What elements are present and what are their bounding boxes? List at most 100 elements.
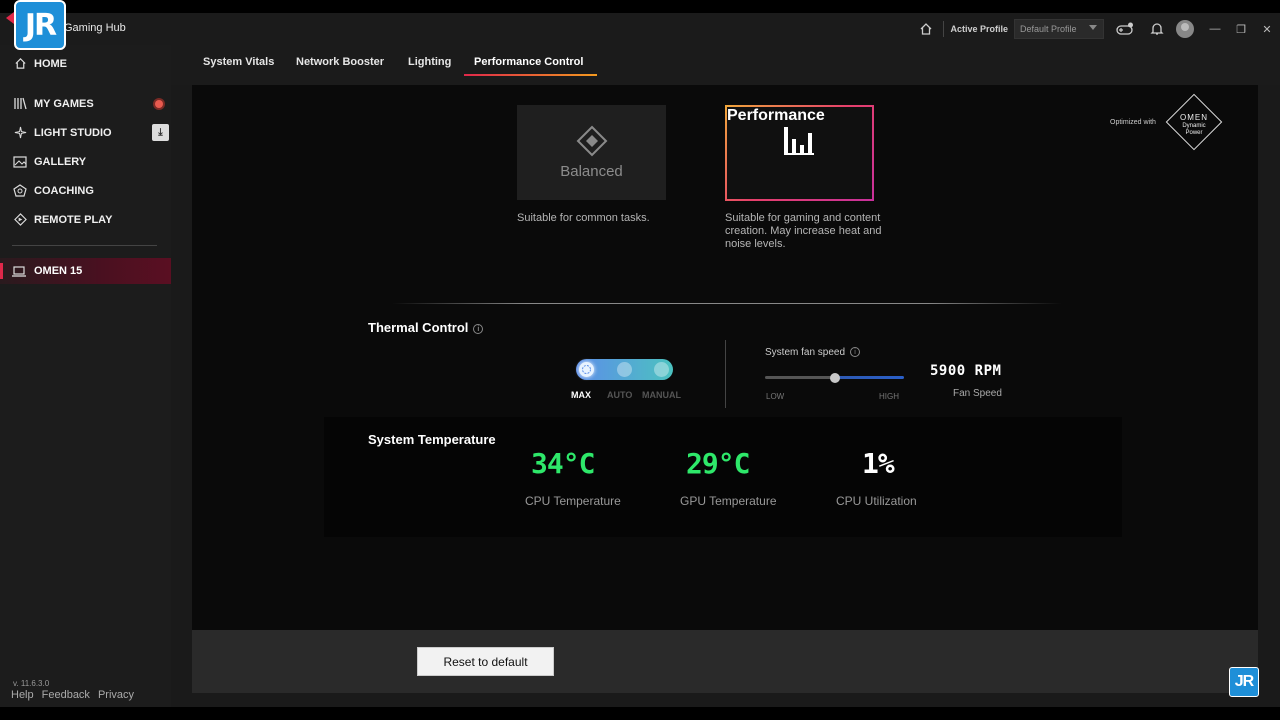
divider	[943, 21, 945, 37]
reset-to-default-button[interactable]: Reset to default	[417, 647, 554, 676]
fan-speed-label: System fan speed	[765, 347, 846, 358]
cpu-utilization-value: 1%	[862, 447, 895, 480]
feedback-link[interactable]: Feedback	[42, 689, 90, 701]
thermal-mode-max[interactable]: MAX	[571, 390, 591, 400]
sidebar-item-home[interactable]: HOME	[0, 49, 171, 78]
thermal-control-title: Thermal Control i	[368, 320, 484, 335]
fan-speed-slider[interactable]	[765, 373, 904, 383]
device-label: OMEN 15	[34, 265, 83, 277]
tab-bar: System Vitals Network Booster Lighting P…	[171, 45, 1280, 85]
active-tab-indicator	[464, 74, 597, 76]
title-bar: Gaming Hub Active Profile Default Profil…	[0, 13, 1280, 45]
slider-thumb[interactable]	[829, 373, 840, 383]
gpu-temperature-value: 29°C	[686, 447, 750, 480]
app-title: Gaming Hub	[64, 22, 126, 34]
mode-desc-performance: Suitable for gaming and content creation…	[725, 212, 882, 250]
toggle-dot-auto[interactable]	[617, 362, 632, 377]
sidebar-item-label: HOME	[34, 57, 67, 70]
tab-system-vitals[interactable]: System Vitals	[203, 56, 274, 68]
watermark-logo: JR	[14, 0, 66, 50]
section-divider	[392, 303, 1062, 304]
letterbox-top	[0, 0, 1280, 13]
tab-lighting[interactable]: Lighting	[408, 56, 451, 68]
mode-card-performance[interactable]: Performance	[725, 105, 874, 201]
gpu-temperature-label: GPU Temperature	[680, 494, 777, 508]
sidebar-item-remote-play[interactable]: REMOTE PLAY	[0, 205, 171, 234]
balanced-icon	[576, 125, 608, 162]
info-icon[interactable]: i	[850, 347, 861, 358]
sidebar-item-my-games[interactable]: MY GAMES	[0, 89, 171, 118]
minimize-icon[interactable]: —	[1202, 13, 1228, 45]
sidebar-item-label: REMOTE PLAY	[34, 213, 113, 226]
controller-icon[interactable]	[1114, 18, 1136, 40]
notification-dot	[155, 99, 163, 108]
thermal-mode-toggle[interactable]	[576, 359, 673, 380]
info-icon[interactable]: i	[473, 323, 484, 334]
cpu-temperature-label: CPU Temperature	[525, 494, 621, 508]
sidebar-item-light-studio[interactable]: LIGHT STUDIO ⤓	[0, 118, 171, 147]
app-window: Gaming Hub Active Profile Default Profil…	[0, 0, 1280, 720]
profile-select-value: Default Profile	[1020, 24, 1077, 34]
tab-network-booster[interactable]: Network Booster	[296, 56, 384, 68]
sidebar-item-coaching[interactable]: COACHING	[0, 176, 171, 205]
title-bar-controls: Active Profile Default Profile — ❐ ✕	[915, 13, 1280, 45]
sparkle-icon	[12, 125, 28, 141]
sidebar-device-omen[interactable]: OMEN 15	[0, 258, 171, 284]
omen-badge-text: OMEN Dynamic Power	[1172, 114, 1216, 137]
thermal-mode-manual[interactable]: MANUAL	[642, 390, 681, 400]
mode-name-balanced: Balanced	[560, 163, 623, 180]
version-label: v. 11.6.3.0	[13, 679, 50, 688]
fan-rpm-label: Fan Speed	[953, 388, 1002, 399]
mode-name-performance: Performance	[727, 107, 825, 124]
tab-performance-control[interactable]: Performance Control	[474, 56, 583, 68]
sidebar-item-label: MY GAMES	[34, 97, 94, 110]
sidebar-divider	[12, 245, 157, 246]
bottom-action-bar	[192, 630, 1258, 693]
chevron-down-icon	[1089, 25, 1097, 30]
mode-desc-balanced: Suitable for common tasks.	[517, 212, 650, 224]
toggle-dot-manual[interactable]	[654, 362, 669, 377]
fan-speed-title: System fan speed i	[765, 347, 861, 358]
library-icon	[12, 96, 28, 112]
privacy-link[interactable]: Privacy	[98, 689, 134, 701]
toggle-dot-max[interactable]	[579, 362, 594, 377]
sidebar-item-label: COACHING	[34, 184, 94, 197]
remote-play-icon	[12, 212, 28, 228]
mode-card-balanced[interactable]: Balanced	[517, 105, 666, 200]
footer-links: Help Feedback Privacy	[11, 689, 134, 701]
avatar[interactable]	[1176, 20, 1194, 38]
bell-icon[interactable]	[1146, 18, 1168, 40]
fan-rpm-value: 5900 RPM	[930, 363, 1002, 379]
sidebar-item-label: GALLERY	[34, 155, 87, 168]
optimized-label: Optimized with	[1110, 119, 1156, 126]
thermal-control-label: Thermal Control	[368, 320, 469, 335]
system-temperature-title: System Temperature	[368, 432, 496, 447]
omen-badge-title: OMEN	[1180, 113, 1208, 122]
sidebar: HOME MY GAMES LIGHT STUDIO ⤓ GALLERY COA…	[0, 45, 171, 707]
cpu-temperature-value: 34°C	[531, 447, 595, 480]
home-icon[interactable]	[915, 18, 937, 40]
thermal-mode-auto[interactable]: AUTO	[607, 390, 632, 400]
slider-low-label: LOW	[766, 392, 785, 401]
profile-select[interactable]: Default Profile	[1014, 19, 1104, 39]
close-icon[interactable]: ✕	[1254, 13, 1280, 45]
sidebar-item-gallery[interactable]: GALLERY	[0, 147, 171, 176]
download-icon[interactable]: ⤓	[152, 124, 169, 141]
cpu-utilization-label: CPU Utilization	[836, 494, 917, 508]
watermark-arrow	[6, 12, 14, 24]
performance-bars-icon	[783, 125, 817, 162]
sidebar-item-label: LIGHT STUDIO	[34, 126, 112, 139]
slider-high-label: HIGH	[879, 392, 899, 401]
vertical-divider	[725, 340, 726, 408]
coaching-icon	[12, 183, 28, 199]
watermark-logo-small: JR	[1229, 667, 1259, 697]
omen-badge-subtitle: Dynamic Power	[1182, 123, 1206, 136]
help-link[interactable]: Help	[11, 689, 34, 701]
gallery-icon	[12, 154, 28, 170]
letterbox-bottom	[0, 707, 1280, 720]
home-icon	[12, 56, 28, 72]
laptop-icon	[12, 265, 28, 277]
maximize-icon[interactable]: ❐	[1228, 13, 1254, 45]
active-profile-label: Active Profile	[950, 24, 1008, 34]
mode-card-performance-inner: Performance	[727, 107, 872, 199]
